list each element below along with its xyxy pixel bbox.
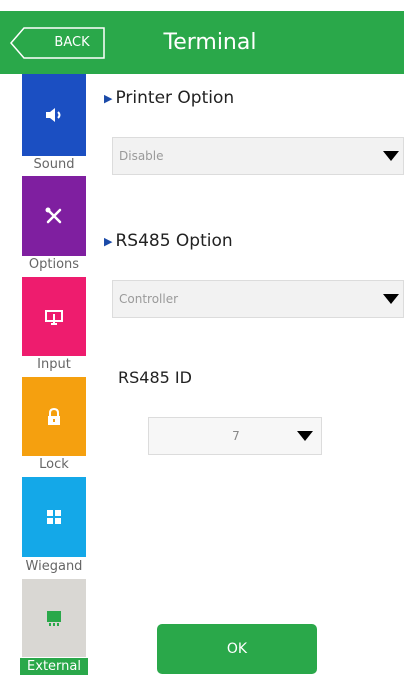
- sidebar-item-input[interactable]: Input: [0, 277, 88, 377]
- speaker-icon: [46, 108, 61, 122]
- lock-icon: [48, 407, 60, 425]
- printer-option-value: Disable: [119, 149, 164, 163]
- sidebar-item-wiegand[interactable]: Wiegand: [0, 477, 88, 578]
- options-tile[interactable]: [22, 176, 86, 256]
- rs485-option-select[interactable]: Controller: [112, 280, 404, 318]
- triangle-right-icon: ▶: [104, 91, 113, 105]
- chevron-down-icon: [383, 294, 399, 304]
- lock-tile[interactable]: [22, 377, 86, 456]
- sidebar-item-external[interactable]: External: [0, 579, 88, 675]
- back-button-label: BACK: [54, 35, 90, 50]
- sidebar-item-label: Options: [28, 257, 80, 272]
- back-button[interactable]: BACK: [10, 27, 106, 59]
- ok-button[interactable]: OK: [157, 624, 317, 674]
- tools-icon: [45, 207, 62, 224]
- rs485-id-label: RS485 ID: [118, 368, 192, 387]
- rs485-option-value: Controller: [119, 292, 179, 306]
- sidebar-item-label: External: [20, 658, 88, 675]
- sidebar-item-options[interactable]: Options: [0, 176, 88, 276]
- module-icon: [47, 611, 61, 626]
- chevron-down-icon: [383, 151, 399, 161]
- sidebar-item-label: Sound: [33, 157, 75, 172]
- rs485-id-select[interactable]: 7: [148, 417, 322, 455]
- sidebar-item-label: Wiegand: [25, 559, 83, 574]
- display-icon: [45, 309, 63, 325]
- header-bar: BACK Terminal: [0, 11, 404, 74]
- page-title: Terminal: [163, 30, 257, 55]
- sidebar-item-lock[interactable]: Lock: [0, 377, 88, 477]
- printer-option-heading: ▶ Printer Option: [104, 88, 234, 108]
- external-tile[interactable]: [22, 579, 86, 657]
- chevron-down-icon: [297, 431, 313, 441]
- sidebar-item-label: Input: [37, 357, 71, 372]
- printer-option-select[interactable]: Disable: [112, 137, 404, 175]
- sidebar-item-label: Lock: [39, 457, 69, 472]
- wiegand-tile[interactable]: [22, 477, 86, 557]
- input-tile[interactable]: [22, 277, 86, 356]
- grid-icon: [47, 510, 61, 524]
- sidebar: Sound Options Input Lock Wiegand Externa…: [0, 74, 88, 675]
- printer-option-heading-text: Printer Option: [115, 88, 235, 108]
- rs485-option-heading-text: RS485 Option: [115, 231, 233, 251]
- triangle-right-icon: ▶: [104, 234, 113, 248]
- sidebar-item-sound[interactable]: Sound: [0, 74, 88, 174]
- rs485-option-heading: ▶ RS485 Option: [104, 231, 233, 251]
- sound-tile[interactable]: [22, 74, 86, 156]
